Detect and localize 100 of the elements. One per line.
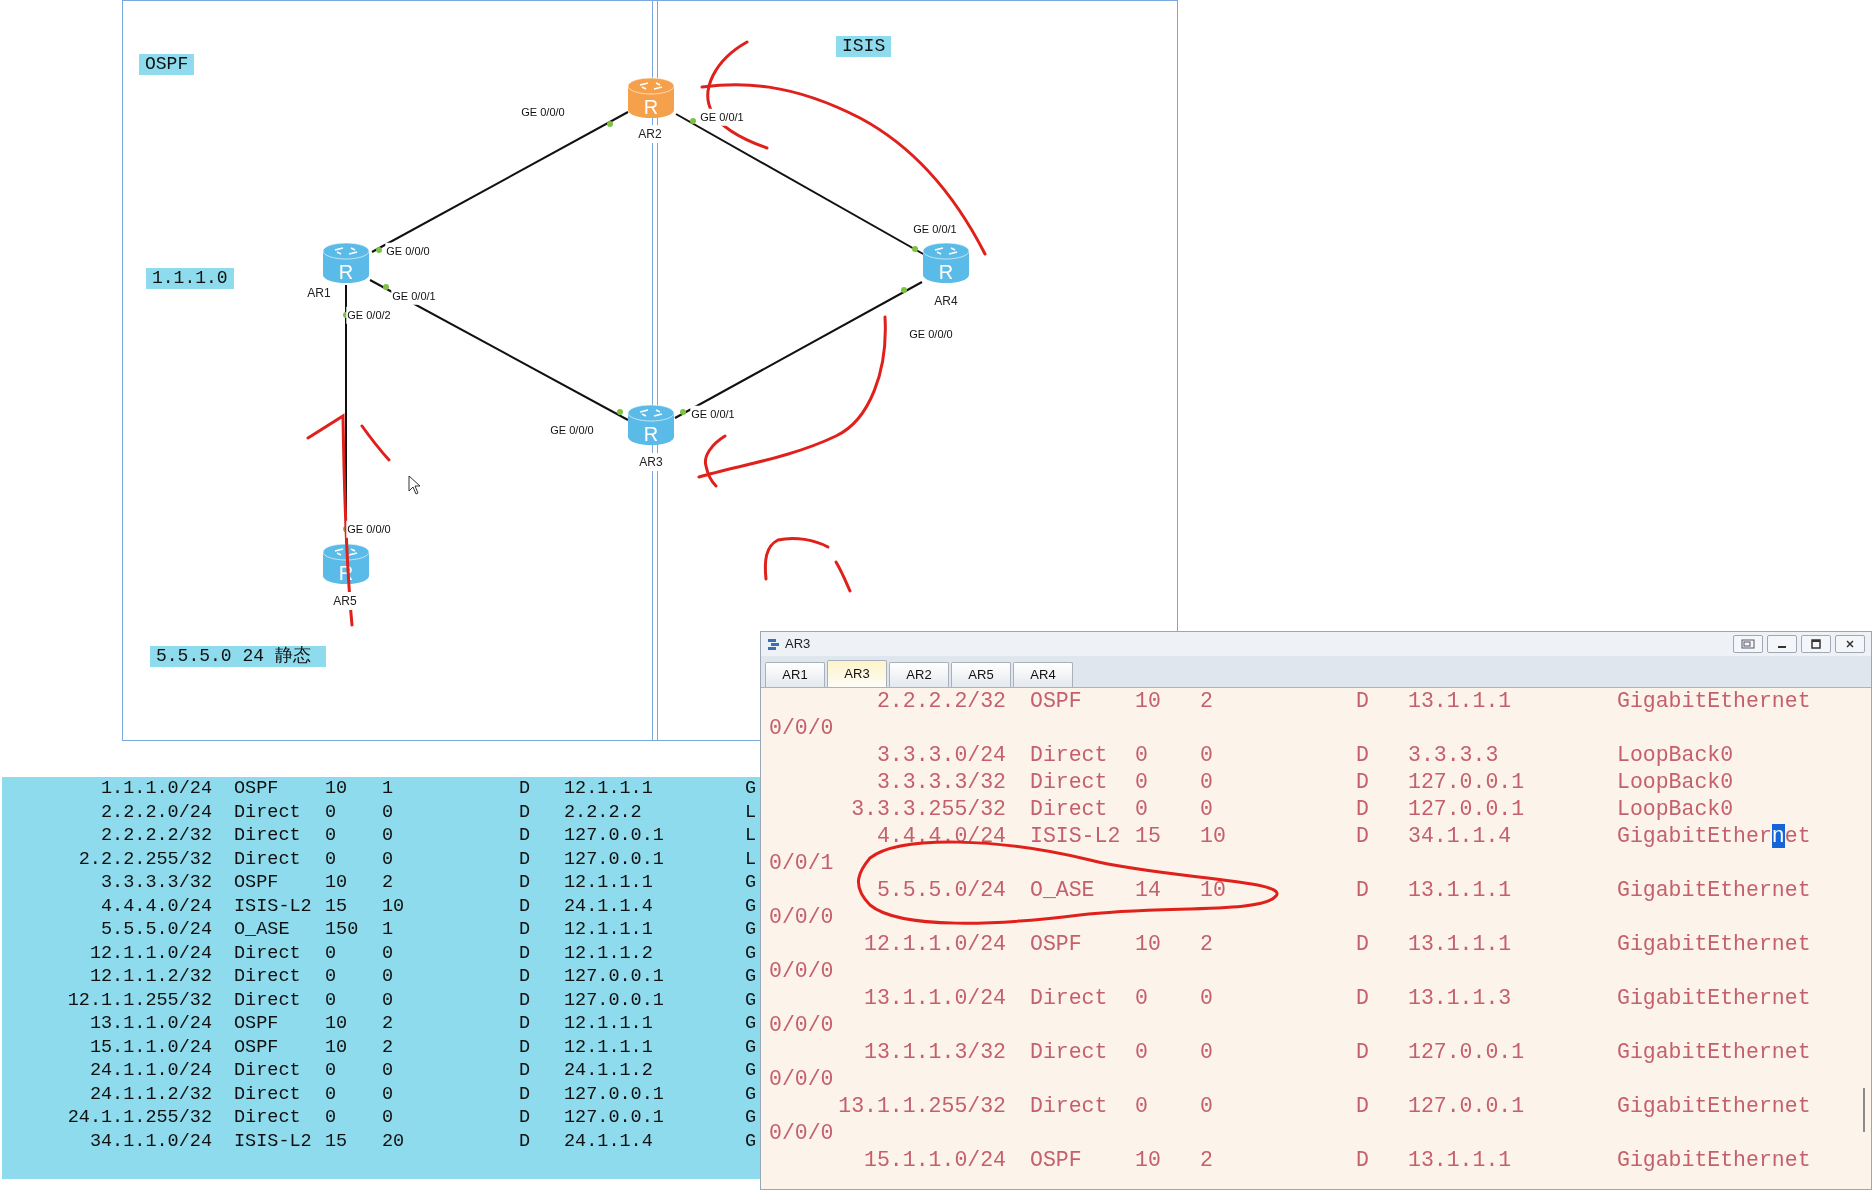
tab[interactable]: AR5 [951,662,1011,687]
table-cell: 0/0/0 [769,1013,834,1037]
restore-icon [1741,639,1755,649]
table-cell-text: G [745,894,758,918]
table-cell-text: OSPF [1030,931,1083,958]
table-cell-text: 13.1.1.0/24 [863,985,1006,1012]
table-cell-text: 2 [382,871,395,895]
table-cell-text: D [1356,931,1370,958]
table-cell-text: 2 [1200,931,1214,958]
table-cell-text: 0 [382,1106,395,1130]
port-label: GE 0/0/2 [346,306,392,324]
tab[interactable]: AR4 [1013,662,1073,687]
port-label: GE 0/0/1 [699,108,745,126]
table-cell-text: L [745,800,758,824]
table-cell-text: 0 [382,824,395,848]
table-cell: 0/0/0 [769,959,834,983]
table-cell-text: 2.2.2.2/32 [99,824,212,848]
table-cell-text: Direct [1030,796,1109,823]
table-cell-text: 2.2.2.255/32 [77,847,212,871]
table-cell: LoopBack0 [1617,769,1734,796]
table-cell-text: 3.3.3.3/32 [875,769,1006,796]
table-cell-text: 13.1.1.1 [1408,931,1513,958]
table-cell-text: 15 [325,1129,349,1153]
area-label: 5.5.5.0 24 静态 [150,646,326,667]
table-cell-text: OSPF [1030,1147,1083,1174]
close-button[interactable] [1835,635,1865,653]
table-cell: LoopBack0 [1617,742,1734,769]
table-cell-text: D [519,988,532,1012]
table-cell-text: Direct [1030,1039,1109,1066]
table-cell-text: Direct [234,965,302,989]
table-cell-text: 1.1.1.0/24 [99,777,212,801]
router-label: AR5 [332,592,358,610]
table-cell-text: 12.1.1.1 [564,918,654,942]
scrollbar-thumb[interactable] [1863,1088,1865,1132]
table-cell-text: 12.1.1.0/24 [88,941,212,965]
port-label: GE 0/0/1 [391,287,437,305]
table-cell-text: D [519,847,532,871]
table-cell-text: 13.1.1.0/24 [88,1012,212,1036]
table-cell-text: 0 [325,824,338,848]
table-cell-text: 13.1.1.1 [1408,877,1513,904]
terminal-app-icon [767,637,781,651]
table-cell-text: 10 [1135,931,1162,958]
minimize-button[interactable] [1767,635,1797,653]
table-cell-text: Direct [234,988,302,1012]
table-cell-text: 12.1.1.2/32 [88,965,212,989]
maximize-icon [1811,639,1821,649]
table-cell: GigabitEthernet [1617,931,1811,958]
minimize-icon [1778,646,1786,648]
table-cell-text: Direct [234,941,302,965]
table-cell-text: G [745,988,758,1012]
table-cell: GigabitEthernet [1617,1039,1811,1066]
table-cell-text: 0 [382,1059,395,1083]
table-cell-text: 0 [325,800,338,824]
table-cell-text: 0 [1135,985,1149,1012]
tab[interactable]: AR1 [765,662,825,687]
table-cell-text: 15 [1135,823,1162,850]
table-cell-text: 0 [325,941,338,965]
table-cell-text: 12.1.1.0/24 [863,931,1006,958]
table-cell-text: D [519,1059,532,1083]
table-cell-text: D [519,894,532,918]
table-cell-text: 10 [325,1035,349,1059]
table-cell-text: 24.1.1.2 [564,1059,654,1083]
table-cell-text: 0 [1135,769,1149,796]
table-cell-text: 10 [325,777,349,801]
table-cell-text: D [1356,823,1370,850]
tab[interactable]: AR2 [889,662,949,687]
table-cell-text: 2.2.2.0/24 [99,800,212,824]
table-cell-text: 15 [325,894,349,918]
table-cell-text: 0 [382,941,395,965]
table-cell-text: 12.1.1.2 [564,941,654,965]
table-cell-text: Direct [234,1059,302,1083]
table-cell-text: D [1356,688,1370,715]
table-cell-text: ISIS-L2 [234,1129,313,1153]
table-cell-text: 13.1.1.3 [1408,985,1513,1012]
table-cell-text: 0 [325,988,338,1012]
table-cell-text: Direct [234,1082,302,1106]
table-cell-text: G [745,918,758,942]
table-cell-text: 3.3.3.3 [1408,742,1500,769]
table-cell-text: 12.1.1.1 [564,1012,654,1036]
table-cell-text: ISIS-L2 [234,894,313,918]
table-cell-text: 0 [382,965,395,989]
tab[interactable]: AR3 [827,660,887,687]
table-cell-text: G [745,1059,758,1083]
table-cell-text: G [745,1082,758,1106]
table-cell-text: 4.4.4.0/24 [99,894,212,918]
port-label: GE 0/0/0 [346,520,392,538]
table-cell-text: Direct [234,800,302,824]
table-cell-text: 0 [325,1082,338,1106]
table-cell-text: Direct [1030,985,1109,1012]
maximize-button[interactable] [1801,635,1831,653]
table-cell-text: OSPF [1030,688,1083,715]
table-cell-text: 0 [1200,985,1214,1012]
table-cell-text: D [519,800,532,824]
table-cell-text: 34.1.1.0/24 [88,1129,212,1153]
table-cell: 0/0/0 [769,1121,834,1145]
table-cell: GigabitEthernet [1617,688,1811,715]
table-cell-text: 24.1.1.2/32 [88,1082,212,1106]
table-cell-text: 34.1.1.4 [1408,823,1513,850]
table-cell-text: 2 [1200,1147,1214,1174]
table-cell-text: 10 [1200,877,1227,904]
